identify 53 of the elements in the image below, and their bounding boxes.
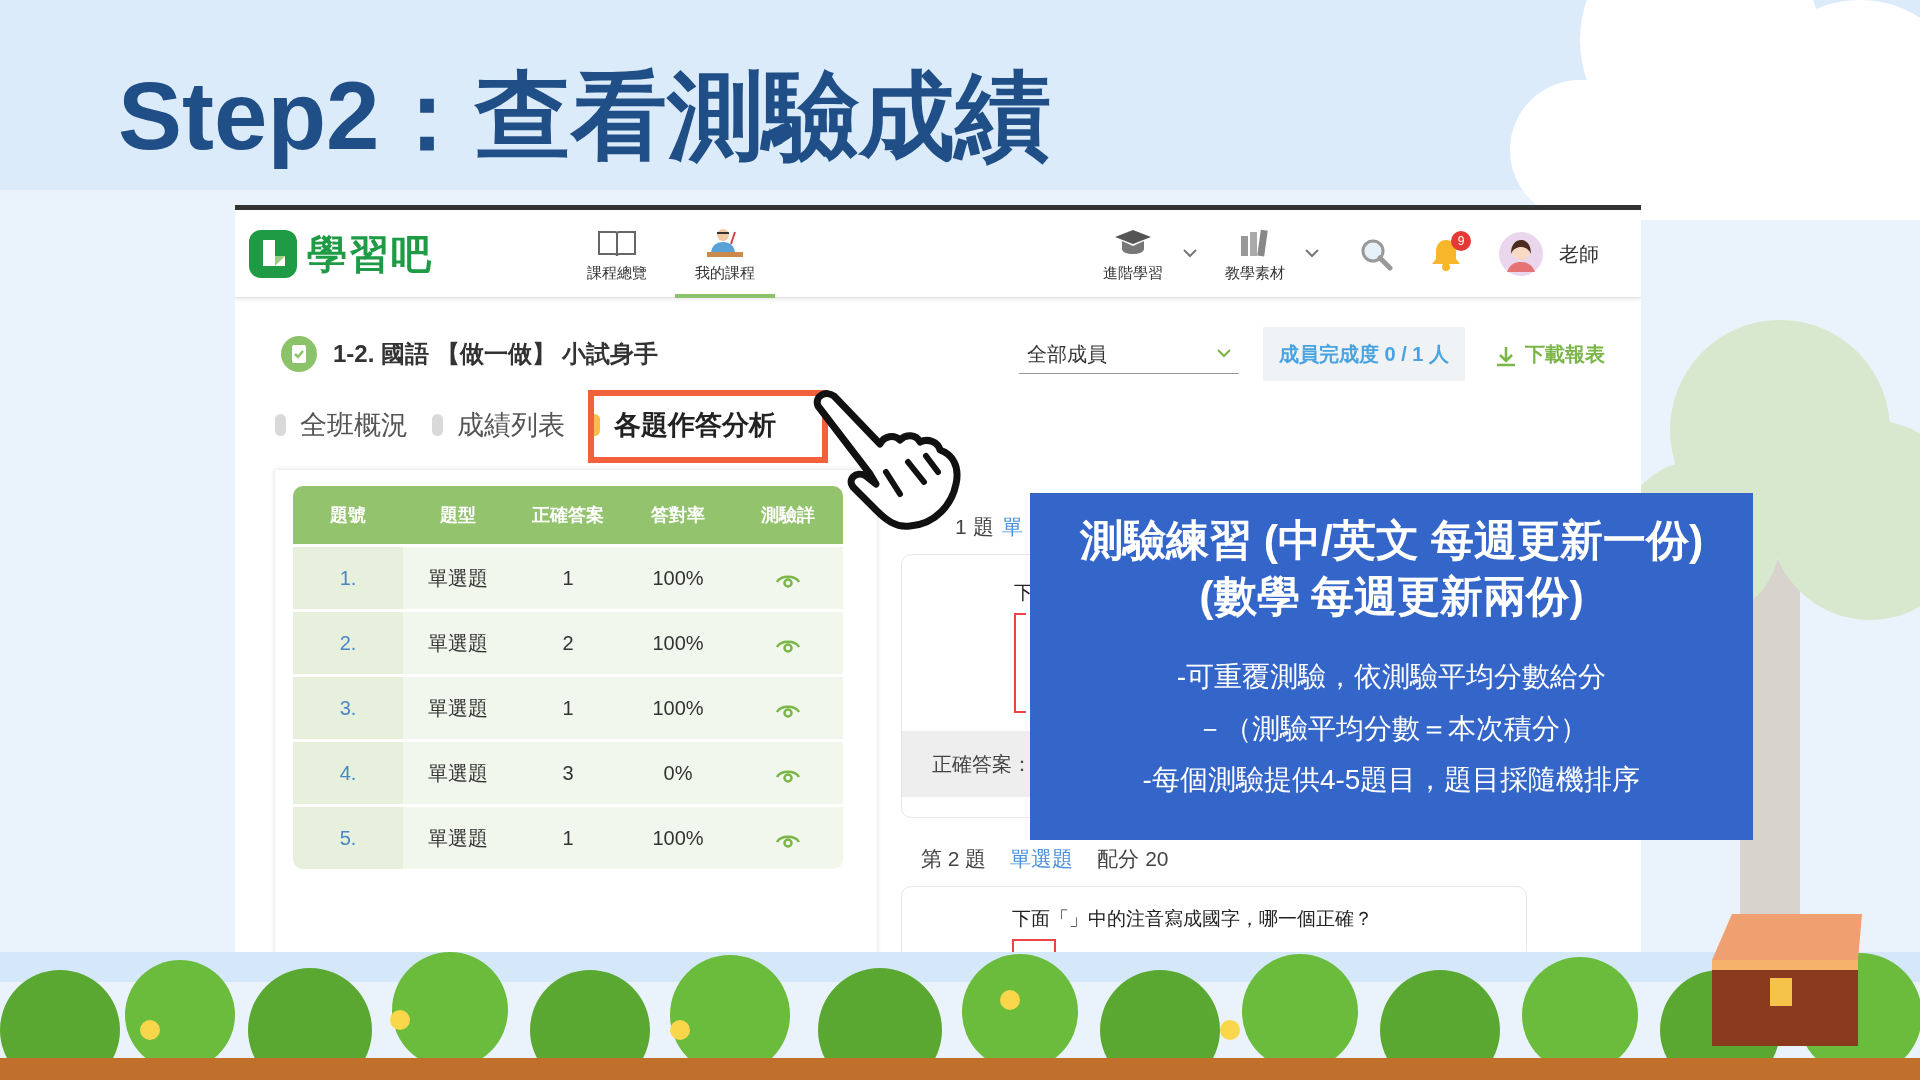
table-cell-text: 單選題 bbox=[427, 761, 489, 786]
question-text: 下 bbox=[1014, 581, 1033, 605]
question-number-cell: 3. bbox=[293, 677, 403, 739]
callout-title: (數學 每週更新兩份) bbox=[1198, 570, 1585, 622]
table-cell-text: 單選題 bbox=[427, 631, 489, 656]
callout-title: 測驗練習 (中/英文 每週更新一份) bbox=[1078, 515, 1705, 566]
page-title: 1-2. 國語 【做一做】 小試身手 bbox=[333, 339, 659, 369]
question-text: 下面「」中的注音寫成國字，哪一個正確？ bbox=[1012, 906, 1374, 931]
column-header: 題號 bbox=[329, 503, 367, 527]
clipboard-check-icon bbox=[281, 336, 317, 372]
column-header: 答對率 bbox=[650, 503, 706, 527]
nav-tab[interactable]: 教學素材 bbox=[1205, 210, 1305, 298]
question-number-cell: 1. bbox=[293, 547, 403, 609]
column-header: 測驗詳 bbox=[760, 503, 816, 527]
table-cell-text: 100% bbox=[651, 826, 705, 851]
table-cell-text: 單選題 bbox=[427, 826, 489, 851]
question-score: 配分 20 bbox=[1097, 846, 1169, 873]
table-cell-text: 100% bbox=[651, 696, 705, 721]
table-cell-text: 單選題 bbox=[427, 696, 489, 721]
question-number-cell: 4. bbox=[293, 742, 403, 804]
question-type: 單選題 bbox=[1010, 846, 1074, 873]
table-cell-text: 3 bbox=[561, 761, 575, 786]
tab[interactable]: 成績列表 bbox=[432, 404, 575, 446]
table-cell-text: 1 bbox=[561, 826, 575, 851]
logo-icon bbox=[247, 227, 299, 280]
table-cell-text: 單選題 bbox=[427, 566, 489, 591]
avatar-icon bbox=[1499, 231, 1543, 276]
user-name[interactable]: 老師 bbox=[1559, 238, 1599, 269]
question-number-cell: 2. bbox=[293, 612, 403, 674]
nav-tab[interactable]: 進階學習 bbox=[1083, 210, 1183, 298]
question-number: 1 題 bbox=[955, 514, 994, 541]
nav-tab[interactable]: 課程總覽 bbox=[567, 210, 667, 298]
table-cell-text: 1 bbox=[561, 566, 575, 591]
question-number: 第 2 題 bbox=[921, 846, 987, 873]
table-cell-text: 1 bbox=[561, 696, 575, 721]
nav-tab[interactable]: 我的課程 bbox=[675, 210, 775, 298]
question-type: 單 bbox=[1001, 514, 1023, 541]
column-header: 正確答案 bbox=[531, 503, 605, 527]
callout-note: -可重覆測驗，依測驗平均分數給分 bbox=[1175, 659, 1608, 694]
completion-status: 成員完成度 0 / 1 人 bbox=[1262, 327, 1465, 381]
teacher-icon bbox=[705, 227, 745, 258]
table-cell-text: 100% bbox=[651, 566, 705, 591]
tab[interactable]: 全班概況 bbox=[275, 404, 418, 446]
table-cell-text: 100% bbox=[651, 631, 705, 656]
notification-badge: 9 bbox=[1451, 230, 1471, 251]
table-cell-text: 0% bbox=[662, 761, 694, 786]
question-number-cell: 5. bbox=[293, 807, 403, 869]
column-header: 題型 bbox=[439, 503, 477, 527]
tab[interactable]: 各題作答分析 bbox=[589, 404, 786, 446]
slide-title: Step2：查看測驗成績 bbox=[118, 61, 1052, 171]
logo-text: 學習吧 bbox=[307, 230, 433, 278]
table-cell-text: 2 bbox=[561, 631, 575, 656]
chevron-down-icon bbox=[1216, 349, 1231, 358]
